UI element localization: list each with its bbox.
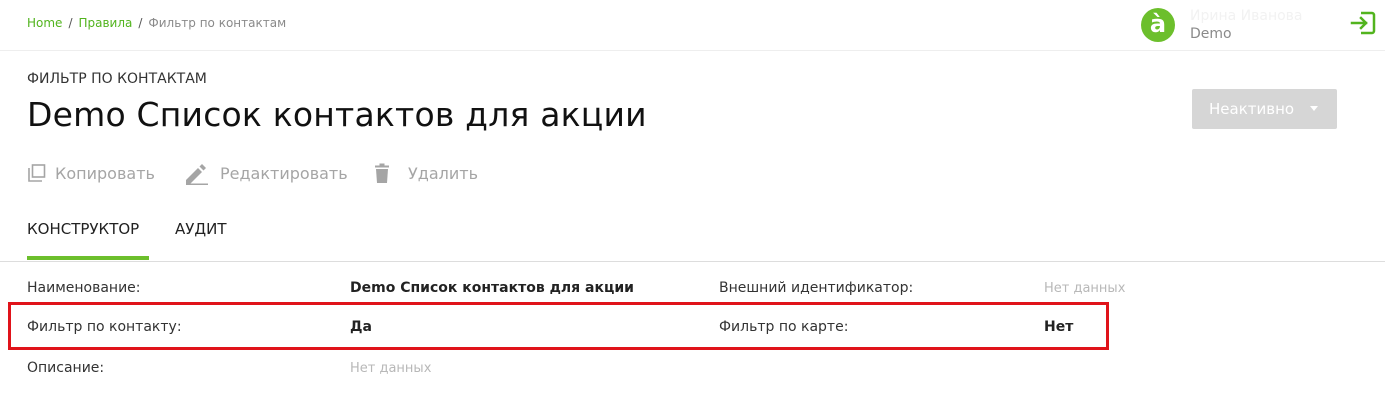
breadcrumb-separator: / — [68, 16, 73, 30]
breadcrumb-separator: / — [138, 16, 143, 30]
tab-audit[interactable]: АУДИТ — [175, 220, 227, 238]
breadcrumb: Home / Правила / Фильтр по контактам — [27, 16, 286, 30]
status-label: Неактивно — [1209, 100, 1295, 118]
description-label: Описание: — [27, 360, 105, 376]
user-name: Ирина Иванова — [1190, 8, 1303, 24]
copy-icon — [28, 164, 46, 182]
breadcrumb-home-link[interactable]: Home — [27, 16, 62, 30]
avatar[interactable]: à — [1141, 8, 1175, 42]
name-label: Наименование: — [27, 280, 141, 296]
breadcrumb-current: Фильтр по контактам — [148, 16, 287, 30]
user-org: Demo — [1190, 26, 1232, 42]
description-value: Нет данных — [350, 361, 432, 376]
external-id-value: Нет данных — [1044, 281, 1126, 296]
top-bar: Home / Правила / Фильтр по контактам à Ирина… — [0, 0, 1385, 51]
tab-constructor[interactable]: КОНСТРУКТОР — [27, 220, 139, 238]
highlight-box — [8, 302, 1109, 350]
edit-label: Редактировать — [220, 164, 348, 183]
copy-label: Копировать — [55, 164, 155, 183]
caret-down-icon — [1310, 106, 1318, 111]
external-id-label: Внешний идентификатор: — [719, 280, 914, 296]
delete-label: Удалить — [408, 164, 478, 183]
tab-bar: КОНСТРУКТОР АУДИТ — [0, 215, 1385, 262]
trash-icon — [375, 163, 389, 183]
breadcrumb-rules-link[interactable]: Правила — [78, 16, 132, 30]
logout-button[interactable] — [1350, 10, 1376, 36]
page-subtitle: ФИЛЬТР ПО КОНТАКТАМ — [27, 71, 207, 87]
logout-icon — [1350, 11, 1376, 35]
page-title: Demo Список контактов для акции — [27, 95, 647, 134]
name-value: Demo Список контактов для акции — [350, 280, 634, 296]
active-tab-indicator — [27, 256, 149, 260]
status-dropdown-button[interactable]: Неактивно — [1192, 89, 1337, 129]
pencil-icon — [186, 164, 208, 185]
